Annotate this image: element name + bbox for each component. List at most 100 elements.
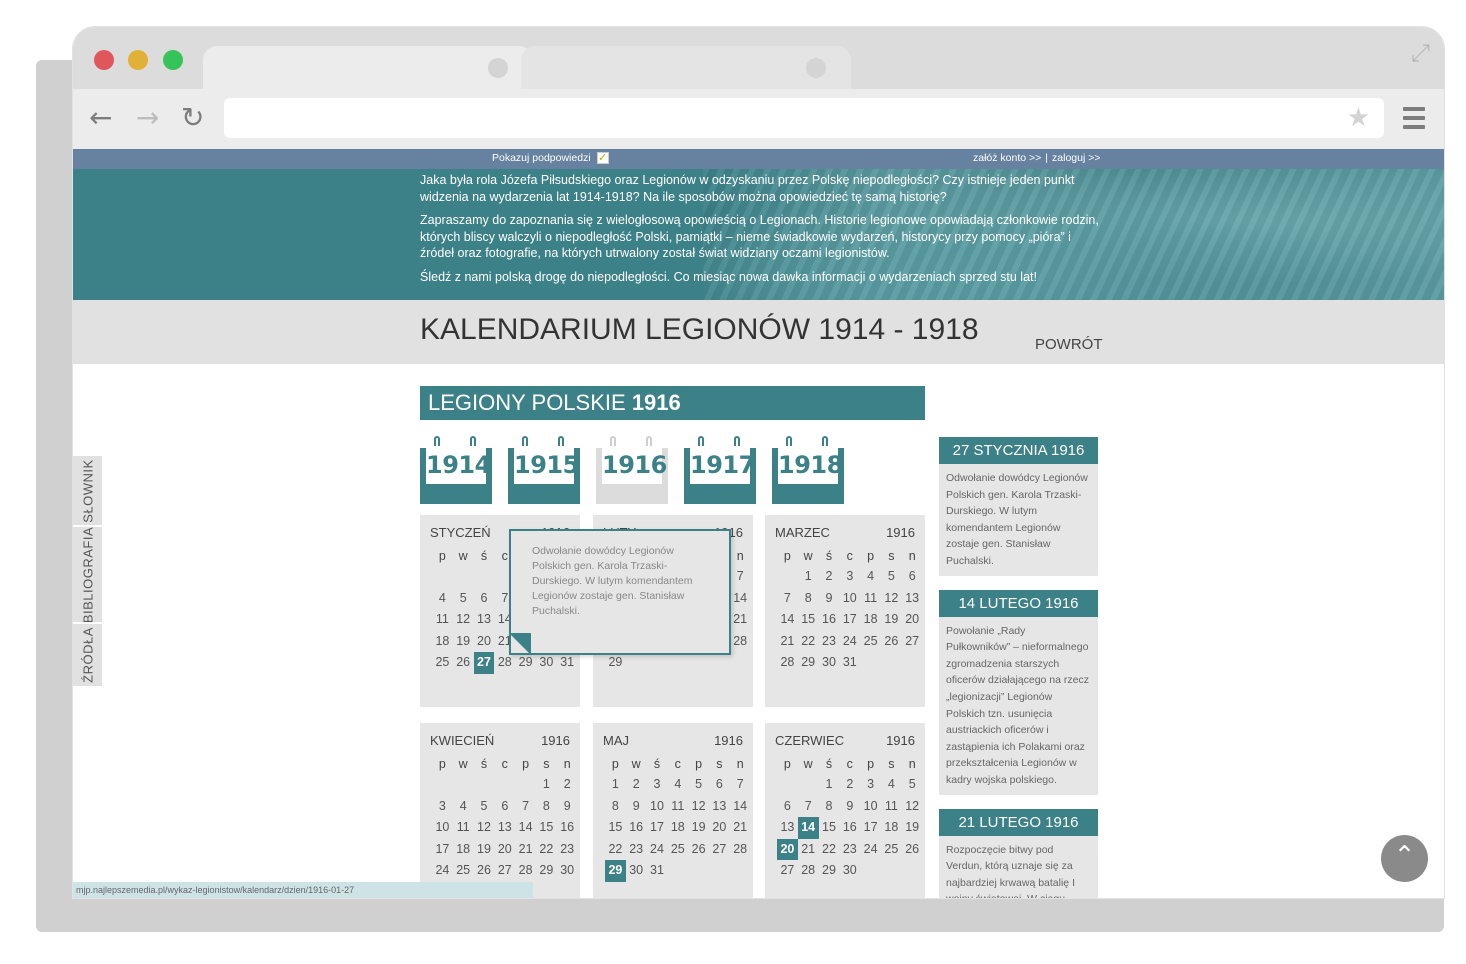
event-card[interactable]: 14 LUTEGO 1916 Powołanie „Rady Pułkownikó… — [939, 589, 1098, 795]
calendar-day: 14 — [733, 590, 748, 605]
year-button-1917[interactable]: 1917 — [684, 436, 756, 504]
calendar-day: 18 — [884, 820, 899, 834]
calendar-day: 28 — [733, 841, 748, 856]
side-tab-sources[interactable]: ŹRÓDŁA — [73, 624, 102, 688]
calendar-day: 31 — [560, 655, 575, 669]
event-date: 27 STYCZNIA 1916 — [939, 437, 1098, 464]
month-header: MAJ 1916 — [593, 723, 753, 748]
title-bar: KALENDARIUM LEGIONÓW 1914 - 1918 POWRÓT — [73, 300, 1444, 364]
year-button-1918[interactable]: 1918 — [772, 436, 844, 504]
page-title: KALENDARIUM LEGIONÓW 1914 - 1918 — [420, 313, 979, 346]
calendar-day: 27 — [905, 633, 920, 648]
calendar-day: 3 — [438, 798, 446, 813]
calendar-day: 18 — [435, 633, 450, 648]
empty-day — [515, 774, 536, 796]
month-day-grid: pwścpsn123456789101112131415161718192021… — [765, 540, 925, 674]
back-arrow-icon[interactable]: ← — [89, 103, 112, 133]
tab-close-icon[interactable] — [488, 58, 508, 78]
calendar-day: 20 — [905, 612, 920, 626]
calendar-day: 19 — [884, 612, 899, 626]
weekday-label: p — [867, 549, 875, 563]
reload-icon[interactable]: ↻ — [181, 103, 204, 133]
calendar-day: 5 — [480, 798, 488, 813]
empty-day — [453, 566, 474, 588]
hints-toggle[interactable]: Pokazuj podpowiedzi ✓ — [492, 152, 609, 164]
year-button-1914[interactable]: 1914 — [420, 436, 492, 504]
event-card[interactable]: 21 LUTEGO 1916 Rozpoczęcie bitwy pod Verd… — [939, 808, 1098, 898]
calendar-day: 4 — [438, 590, 446, 605]
month-name: CZERWIEC — [775, 733, 845, 748]
calendar-day: 6 — [783, 798, 791, 813]
calendar-day: 2 — [846, 777, 854, 791]
calendar-day: 13 — [712, 798, 727, 813]
calendar-day: 6 — [480, 590, 488, 605]
calendar-day: 24 — [842, 633, 857, 648]
expand-icon[interactable]: ⤢ — [1411, 39, 1430, 67]
calendar-day: 16 — [842, 820, 857, 834]
back-link[interactable]: POWRÓT — [1035, 336, 1103, 353]
calendar-day: 27 — [497, 863, 512, 877]
month-header: MARZEC 1916 — [765, 515, 925, 540]
star-icon[interactable]: ★ — [1347, 103, 1370, 133]
browser-tab-active[interactable] — [203, 46, 533, 89]
weekday-label: w — [803, 757, 813, 771]
calendar-day: 26 — [905, 841, 920, 856]
event-day[interactable]: 14 — [797, 817, 819, 839]
calendar-day: 26 — [884, 633, 899, 648]
calendar-day: 22 — [822, 841, 836, 856]
address-bar[interactable]: ★ — [224, 98, 1384, 138]
calendar-day: 4 — [887, 777, 895, 791]
event-day[interactable]: 27 — [473, 652, 495, 674]
intro-banner: Jaka była rola Józefa Piłsudskiego oraz … — [73, 169, 1444, 300]
year-button-1916[interactable]: 1916 — [596, 436, 668, 504]
menu-icon[interactable] — [1403, 107, 1425, 134]
tab-close-icon[interactable] — [806, 58, 826, 78]
calendar-day: 5 — [695, 777, 703, 791]
calendar-day: 25 — [863, 633, 878, 648]
weekday-label: n — [736, 549, 744, 563]
side-tabs: SŁOWNIK BIBLIOGRAFIA ŹRÓDŁA — [73, 456, 102, 688]
empty-day — [474, 566, 495, 588]
forward-arrow-icon[interactable]: → — [136, 103, 159, 133]
login-link[interactable]: zaloguj >> — [1052, 152, 1100, 164]
calendar-day: 22 — [539, 841, 554, 856]
hints-checkbox[interactable]: ✓ — [596, 152, 609, 164]
calendar-day: 5 — [459, 590, 467, 605]
calendar-day: 14 — [733, 798, 748, 813]
calendar-day: 30 — [560, 863, 575, 877]
month-name: STYCZEŃ — [430, 525, 491, 540]
event-day[interactable]: 20 — [777, 838, 798, 860]
calendar-day: 30 — [539, 655, 554, 669]
calendar-day: 12 — [884, 590, 899, 605]
month-year: 1916 — [714, 733, 743, 748]
calendar-day: 16 — [560, 820, 575, 834]
event-day[interactable]: 29 — [605, 860, 626, 882]
event-card[interactable]: 27 STYCZNIA 1916 Odwołanie dowódcy Legion… — [939, 437, 1098, 576]
calendar-day: 30 — [822, 655, 836, 669]
calendar-day: 23 — [560, 841, 575, 856]
browser-tab[interactable] — [521, 46, 851, 89]
calendar-day: 29 — [518, 655, 533, 669]
scroll-to-top-button[interactable]: ⌃ — [1381, 835, 1428, 882]
weekday-label: n — [908, 757, 916, 771]
calendar-day: 25 — [435, 655, 450, 669]
weekday-label: p — [783, 549, 791, 563]
register-link[interactable]: załóż konto >> — [973, 152, 1041, 164]
calendar-day: 1 — [804, 569, 812, 583]
weekday-label: p — [695, 757, 703, 771]
side-tab-bibliography[interactable]: BIBLIOGRAFIA — [73, 526, 102, 624]
close-window-button[interactable] — [94, 50, 114, 70]
calendar-day: 29 — [801, 655, 816, 669]
weekday-label: c — [846, 549, 853, 563]
minimize-window-button[interactable] — [128, 50, 148, 70]
maximize-window-button[interactable] — [163, 50, 183, 70]
year-button-1915[interactable]: 1915 — [508, 436, 580, 504]
calendar-day: 6 — [908, 569, 916, 583]
calendar-day: 15 — [801, 612, 816, 626]
calendar-day: 13 — [477, 612, 491, 626]
side-tab-glossary[interactable]: SŁOWNIK — [73, 456, 102, 527]
weekday-label: ś — [825, 757, 833, 771]
calendar-day: 25 — [884, 841, 899, 856]
weekday-label: p — [611, 757, 619, 771]
intro-paragraph: Śledź z nami polską drogę do niepodległo… — [420, 269, 1037, 284]
